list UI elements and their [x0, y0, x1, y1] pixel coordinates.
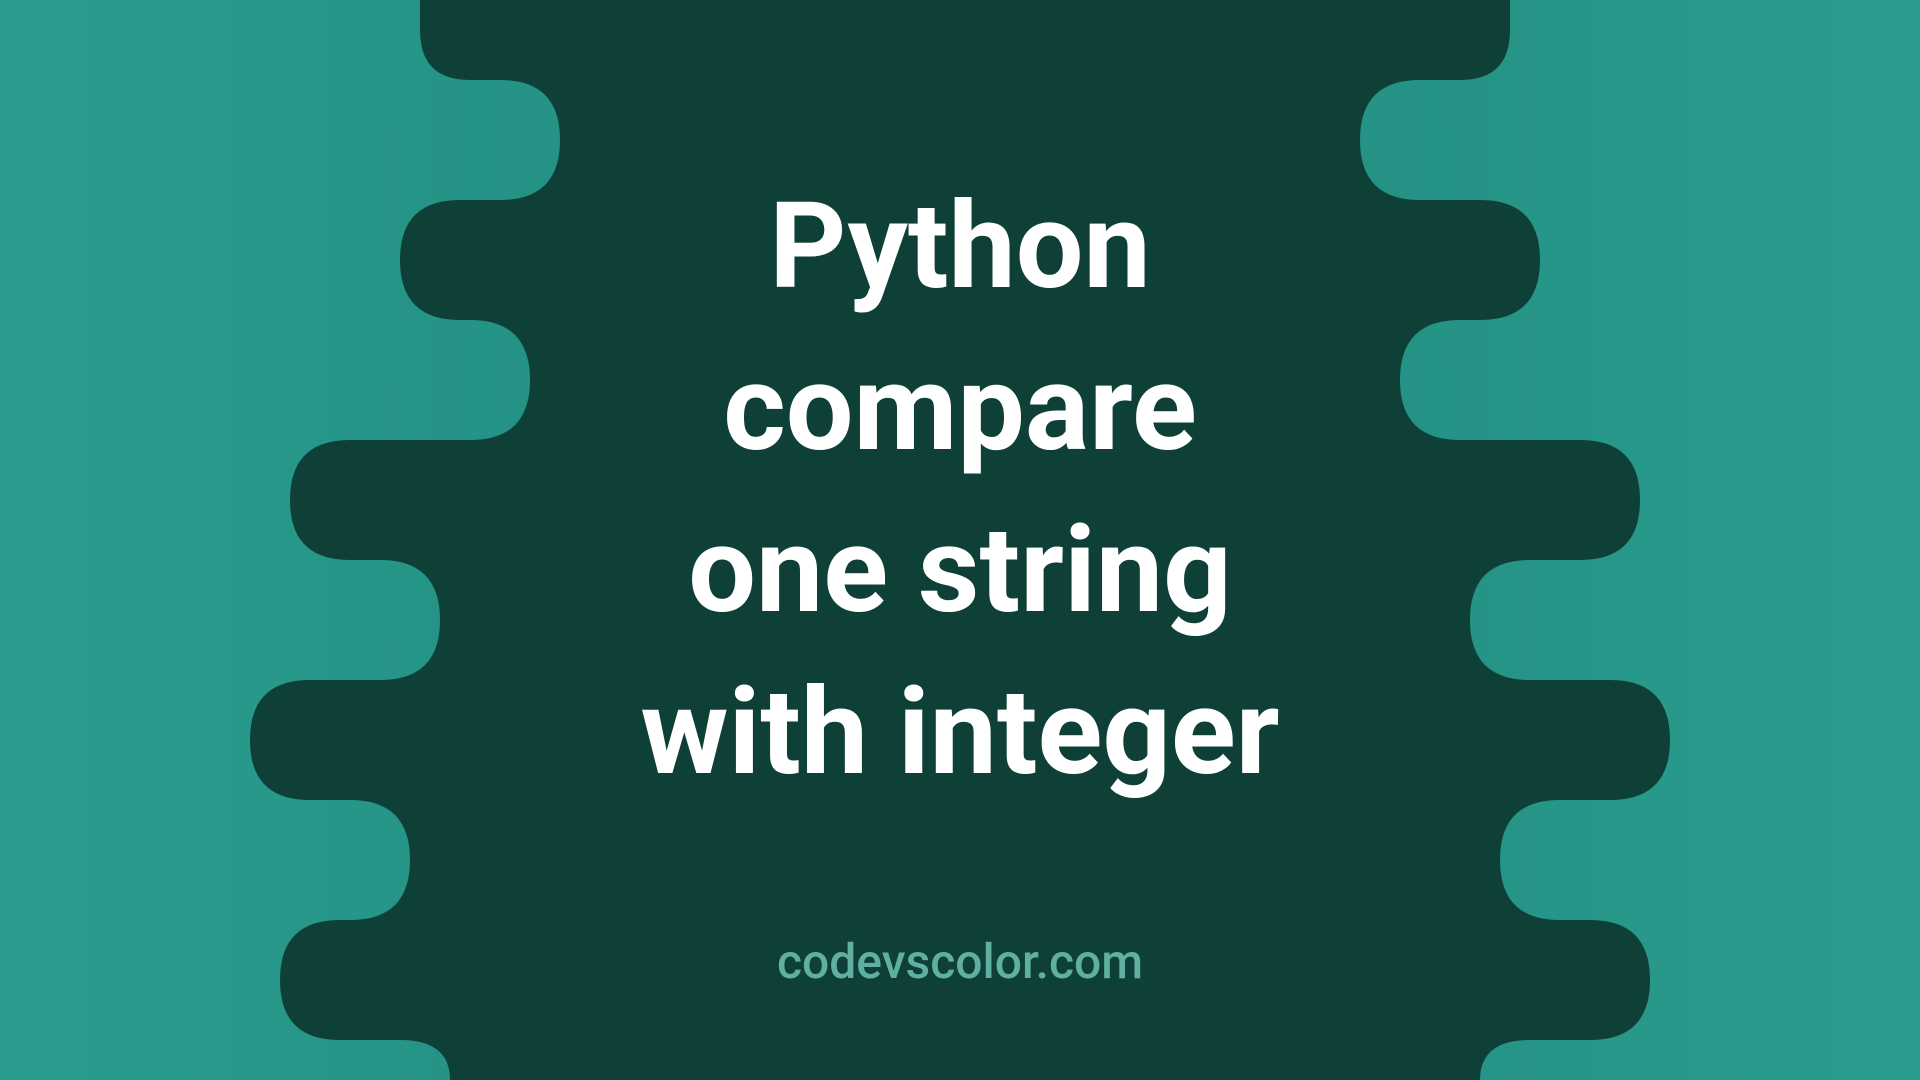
watermark-text: codevscolor.com: [777, 933, 1143, 990]
title-line-2: compare: [640, 328, 1279, 490]
content-wrapper: Python compare one string with integer: [640, 0, 1279, 1080]
title-line-3: one string: [640, 490, 1279, 652]
title-line-1: Python: [640, 166, 1279, 328]
title-line-4: with integer: [640, 652, 1279, 814]
banner-title: Python compare one string with integer: [640, 166, 1279, 814]
banner-container: Python compare one string with integer c…: [0, 0, 1920, 1080]
